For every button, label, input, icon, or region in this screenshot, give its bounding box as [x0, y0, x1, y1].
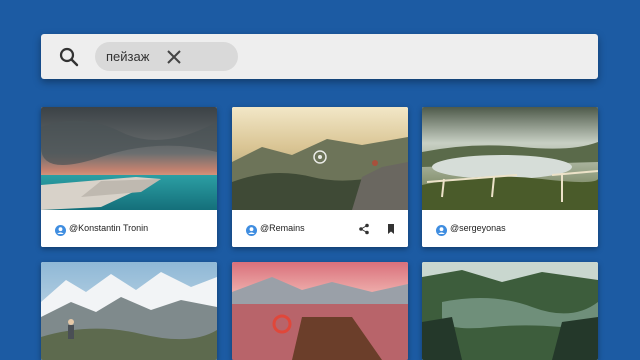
- card-footer: @sergeyonas: [422, 210, 598, 247]
- photo-mountain-sunrise[interactable]: [232, 107, 408, 210]
- author-name[interactable]: @sergeyonas: [450, 223, 506, 233]
- user-icon: [246, 223, 257, 236]
- user-icon: [55, 223, 66, 236]
- share-icon[interactable]: [358, 222, 370, 235]
- card-footer: @Remains: [232, 210, 408, 247]
- search-chip-label: пейзаж: [106, 49, 150, 64]
- author-name[interactable]: @Konstantin Tronin: [69, 223, 148, 233]
- author-name[interactable]: @Remains: [260, 223, 305, 233]
- photo-card[interactable]: @Remains: [232, 107, 408, 247]
- photo-pier-sunset[interactable]: [232, 262, 408, 360]
- close-icon[interactable]: [166, 49, 182, 65]
- photo-lake-fence[interactable]: [422, 107, 598, 210]
- photo-river-valley[interactable]: [422, 262, 598, 360]
- search-chip[interactable]: пейзаж: [95, 42, 238, 71]
- photo-card[interactable]: [232, 262, 408, 360]
- photo-card[interactable]: [422, 262, 598, 360]
- bookmark-icon[interactable]: [385, 222, 397, 234]
- photo-stormy-pier[interactable]: [41, 107, 217, 210]
- photo-card[interactable]: @Konstantin Tronin: [41, 107, 217, 247]
- photo-card[interactable]: @sergeyonas: [422, 107, 598, 247]
- user-icon: [436, 223, 447, 236]
- card-footer: @Konstantin Tronin: [41, 210, 217, 247]
- photo-snowy-mountains[interactable]: [41, 262, 217, 360]
- search-icon[interactable]: [58, 46, 80, 68]
- photo-card[interactable]: [41, 262, 217, 360]
- search-bar[interactable]: пейзаж: [41, 34, 598, 79]
